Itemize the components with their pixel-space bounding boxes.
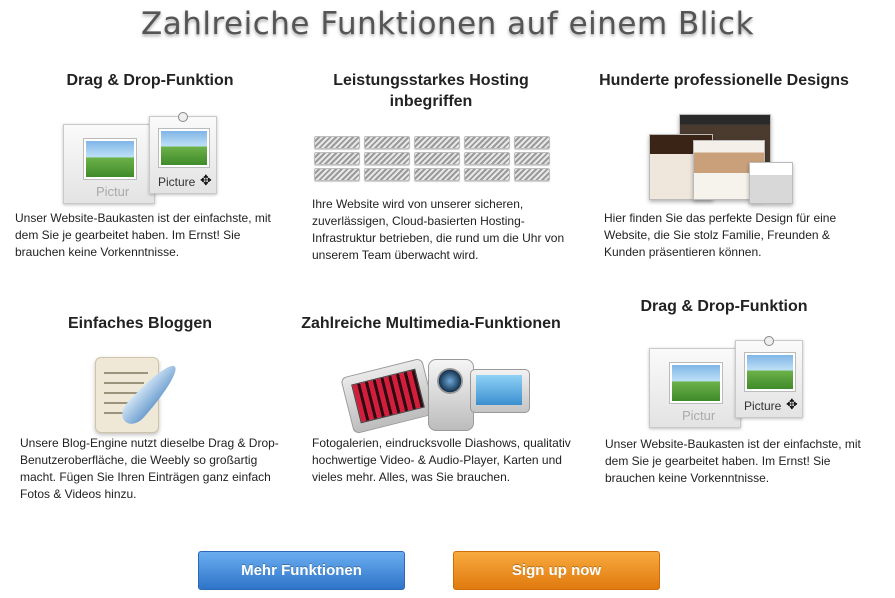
picture-frames-icon: Pictur Picture ✥	[649, 336, 809, 428]
feature-drag-drop-2: Drag & Drop-Funktion Pictur Picture ✥ Un…	[589, 296, 861, 496]
frame-caption: Pictur	[96, 184, 130, 199]
feature-title: Zahlreiche Multimedia-Funktionen	[301, 315, 561, 332]
feature-title: Leistungsstarkes Hosting inbegriffen	[333, 72, 529, 110]
quill-paper-icon	[89, 353, 199, 435]
feature-text: Ihre Website wird von unserer sicheren, …	[312, 197, 565, 262]
server-rack-icon	[314, 136, 550, 194]
more-features-button[interactable]: Mehr Funktionen	[198, 551, 405, 590]
feature-title: Hunderte professionelle Designs	[599, 72, 849, 89]
move-icon: ✥	[786, 396, 798, 412]
design-collage-icon	[649, 114, 799, 204]
page-title: Zahlreiche Funktionen auf einem Blick	[140, 6, 755, 42]
feature-title: Einfaches Bloggen	[67, 315, 213, 332]
picture-frames-icon: Pictur Picture ✥	[63, 112, 223, 204]
frame-caption: Picture	[158, 175, 196, 189]
feature-designs: Hunderte professionelle Designs Hier fin…	[589, 70, 859, 270]
move-icon: ✥	[200, 172, 212, 188]
feature-text: Unser Website-Baukasten ist der einfachs…	[15, 211, 271, 259]
feature-drag-drop: Drag & Drop-Funktion Pictur Picture ✥ Un…	[15, 70, 285, 270]
feature-title: Drag & Drop-Funktion	[66, 72, 234, 89]
feature-text: Unsere Blog-Engine nutzt dieselbe Drag &…	[20, 436, 279, 501]
feature-text: Fotogalerien, eindrucksvolle Diashows, q…	[312, 436, 571, 484]
feature-text: Unser Website-Baukasten ist der einfachs…	[605, 437, 861, 485]
feature-title: Drag & Drop-Funktion	[640, 298, 808, 315]
multimedia-devices-icon	[340, 355, 536, 437]
frame-caption: Picture	[744, 399, 782, 413]
feature-blogging: Einfaches Bloggen Unsere Blog-Engine nut…	[5, 313, 279, 513]
feature-hosting: Leistungsstarkes Hosting inbegriffen Ihr…	[296, 70, 566, 270]
feature-text: Hier finden Sie das perfekte Design für …	[604, 211, 837, 259]
sign-up-button[interactable]: Sign up now	[453, 551, 660, 590]
frame-caption: Pictur	[682, 408, 716, 423]
feature-multimedia: Zahlreiche Multimedia-Funktionen Fotogal…	[296, 313, 571, 513]
